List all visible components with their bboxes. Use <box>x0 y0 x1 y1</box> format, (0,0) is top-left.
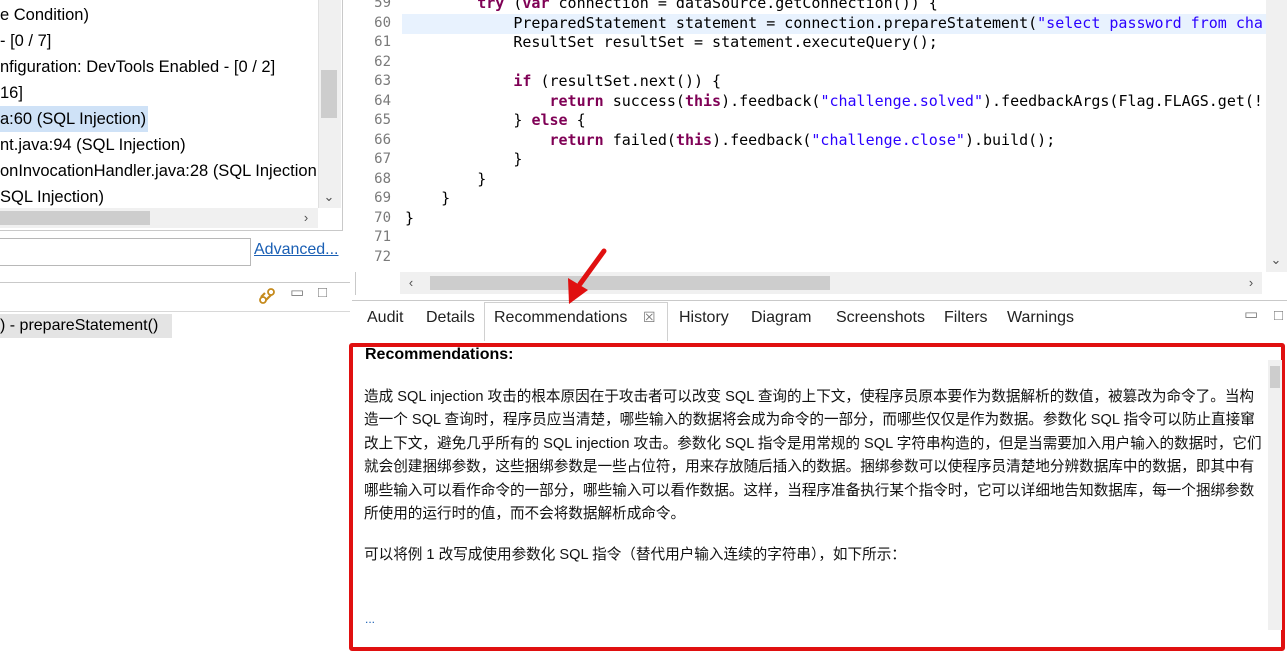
scroll-down-icon[interactable]: ⌄ <box>321 187 337 207</box>
tree-hscroll-thumb[interactable] <box>0 211 150 225</box>
code-line: } <box>405 189 451 207</box>
line-number: 70 <box>374 210 391 226</box>
tree-item[interactable]: nfiguration: DevTools Enabled - [0 / 2] <box>0 54 275 80</box>
recommendations-title: Recommendations: <box>365 346 514 363</box>
advanced-link[interactable]: Advanced... <box>254 241 339 259</box>
scroll-down-icon[interactable]: ⌄ <box>1268 250 1284 270</box>
tab-screenshots[interactable]: Screenshots <box>836 309 925 327</box>
close-tab-icon[interactable]: ☒ <box>643 309 656 326</box>
tree-item[interactable]: 16] <box>0 80 23 106</box>
code-line: ResultSet resultSet = statement.executeQ… <box>405 33 938 51</box>
line-number: 71 <box>374 229 391 245</box>
editor-vertical-scrollbar[interactable] <box>1266 0 1287 272</box>
maximize-icon[interactable]: □ <box>1274 307 1283 324</box>
trace-item[interactable]: ) - prepareStatement() <box>0 314 172 338</box>
line-number: 62 <box>374 54 391 70</box>
tab-recommendations[interactable]: Recommendations <box>494 309 627 327</box>
line-number: 69 <box>374 190 391 206</box>
tab-audit[interactable]: Audit <box>367 309 403 327</box>
line-number: 67 <box>374 151 391 167</box>
code-line: try (var connection = dataSource.getConn… <box>477 0 938 12</box>
scroll-left-icon[interactable]: ‹ <box>404 273 418 293</box>
line-number: 59 <box>374 0 391 11</box>
recommendations-example-note: 可以将例 1 改写成使用参数化 SQL 指令（替代用户输入连续的字符串），如下所… <box>364 547 906 563</box>
maximize-icon[interactable]: □ <box>318 284 327 301</box>
code-line: return success(this).feedback("challenge… <box>549 92 1263 110</box>
code-line: } <box>405 150 523 168</box>
code-line: } else { <box>405 111 586 129</box>
tab-filters[interactable]: Filters <box>944 309 988 327</box>
recommendations-scroll-thumb[interactable] <box>1270 366 1280 388</box>
code-line: PreparedStatement statement = connection… <box>405 14 1263 32</box>
link-icon[interactable] <box>256 285 278 307</box>
line-number: 65 <box>374 112 391 128</box>
tree-item[interactable]: e Condition) <box>0 2 89 28</box>
line-number: 64 <box>374 93 391 109</box>
line-number: 63 <box>374 73 391 89</box>
recommendations-vertical-scrollbar[interactable] <box>1268 360 1282 630</box>
recommendations-text: 造成 SQL injection 攻击的根本原因在于攻击者可以改变 SQL 查询… <box>364 389 1262 523</box>
tab-details[interactable]: Details <box>426 309 475 327</box>
code-line: if (resultSet.next()) { <box>513 72 722 90</box>
tree-item[interactable]: SQL Injection) <box>0 184 104 210</box>
line-number: 60 <box>374 15 391 31</box>
minimize-icon[interactable]: ▭ <box>1244 305 1258 323</box>
tree-item[interactable]: onInvocationHandler.java:28 (SQL Injecti… <box>0 158 317 184</box>
more-indicator: ... <box>365 612 376 626</box>
search-input[interactable] <box>0 238 251 266</box>
tree-item[interactable]: nt.java:94 (SQL Injection) <box>0 132 186 158</box>
line-number: 72 <box>374 249 391 265</box>
line-number: 66 <box>374 132 391 148</box>
tab-history[interactable]: History <box>679 309 729 327</box>
tree-item-selected[interactable]: a:60 (SQL Injection) <box>0 106 148 132</box>
tree-scroll-thumb[interactable] <box>321 70 337 118</box>
code-line: } <box>405 170 487 188</box>
code-line: return failed(this).feedback("challenge.… <box>549 131 1056 149</box>
scroll-right-icon[interactable]: › <box>1244 273 1258 293</box>
issue-tree[interactable]: e Condition) - [0 / 7] nfiguration: DevT… <box>0 0 343 231</box>
tab-warnings[interactable]: Warnings <box>1007 309 1074 327</box>
code-line: } <box>405 209 415 227</box>
red-arrow-annotation <box>560 248 610 306</box>
minimize-icon[interactable]: ▭ <box>290 283 304 301</box>
editor-hscroll-thumb[interactable] <box>430 276 830 290</box>
line-number: 68 <box>374 171 391 187</box>
line-number: 61 <box>374 34 391 50</box>
tree-item[interactable]: - [0 / 7] <box>0 28 51 54</box>
tab-diagram[interactable]: Diagram <box>751 309 811 327</box>
scroll-right-icon[interactable]: › <box>298 208 314 228</box>
